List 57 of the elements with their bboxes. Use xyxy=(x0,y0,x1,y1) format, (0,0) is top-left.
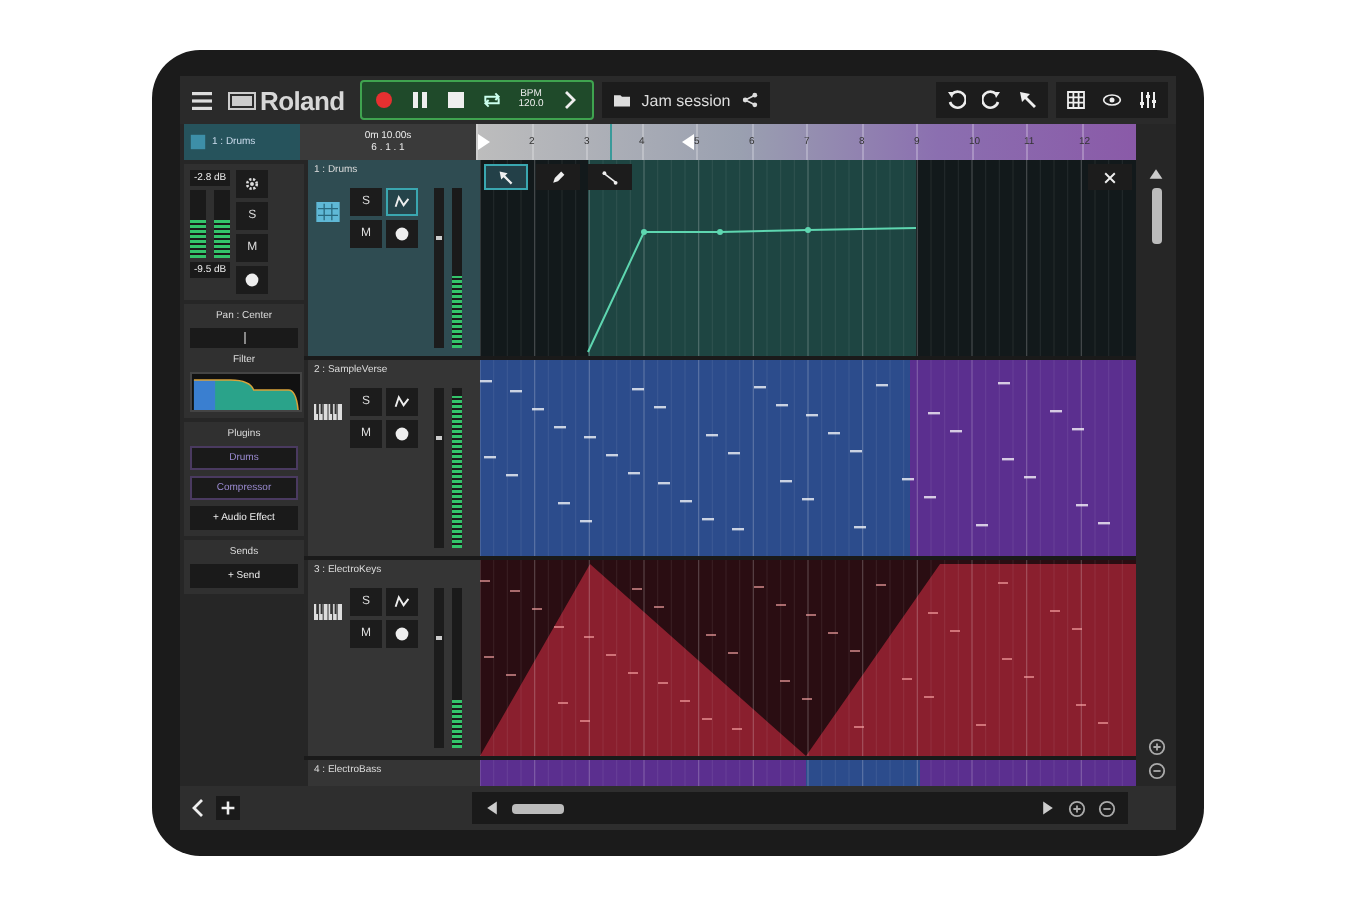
close-icon xyxy=(1102,169,1118,185)
automation-curve-icon xyxy=(394,394,410,410)
pause-icon[interactable] xyxy=(410,90,431,110)
automation-button[interactable] xyxy=(386,388,418,416)
level-meter xyxy=(214,190,231,258)
record-arm-button[interactable] xyxy=(236,266,269,294)
settings-button[interactable] xyxy=(236,170,269,198)
zoom-in-icon[interactable] xyxy=(1068,799,1086,817)
line-tool-button[interactable] xyxy=(588,164,632,190)
loop-icon[interactable] xyxy=(482,90,503,110)
share-icon[interactable] xyxy=(742,92,759,108)
automation-button[interactable] xyxy=(386,588,418,616)
gear-icon xyxy=(244,176,261,192)
automation-button[interactable] xyxy=(386,188,418,216)
scroll-up-icon[interactable] xyxy=(1148,166,1164,182)
logo-text: Roland xyxy=(260,85,345,115)
zoom-out-icon[interactable] xyxy=(1147,762,1165,780)
circle-icon xyxy=(244,272,261,288)
automation-curve-icon xyxy=(394,594,410,610)
circle-icon xyxy=(394,626,410,642)
scrollbar-thumb[interactable] xyxy=(512,803,564,813)
circle-icon xyxy=(394,426,410,442)
redo-icon[interactable] xyxy=(982,90,1002,110)
mixer-icon[interactable] xyxy=(1138,90,1158,110)
back-icon[interactable] xyxy=(188,798,208,818)
pointer-icon[interactable] xyxy=(1018,90,1038,110)
automation-curve-icon xyxy=(394,194,410,210)
scroll-left-icon[interactable] xyxy=(484,800,500,816)
close-button[interactable] xyxy=(1088,164,1132,190)
level-meter xyxy=(190,190,207,258)
scroll-right-icon[interactable] xyxy=(1040,800,1056,816)
add-track-button[interactable] xyxy=(216,796,240,820)
zoom-in-icon[interactable] xyxy=(1147,738,1165,756)
pan-slider[interactable] xyxy=(190,328,298,348)
chevron-right-icon[interactable] xyxy=(559,90,580,110)
loop-end-marker-icon[interactable] xyxy=(682,134,694,150)
pointer-tool-button[interactable] xyxy=(484,164,528,190)
filter-curve-drawing[interactable] xyxy=(190,372,302,412)
record-arm-button[interactable] xyxy=(386,420,418,448)
stop-icon[interactable] xyxy=(446,90,467,110)
zoom-out-icon[interactable] xyxy=(1098,799,1116,817)
grid-icon[interactable] xyxy=(1066,90,1086,110)
pencil-icon xyxy=(550,169,566,185)
vertical-scrollbar-thumb[interactable] xyxy=(1151,188,1161,244)
line-icon xyxy=(602,169,618,185)
horizontal-scrollbar[interactable] xyxy=(472,792,1128,824)
pencil-tool-button[interactable] xyxy=(536,164,580,190)
menu-icon[interactable] xyxy=(192,91,212,109)
eye-icon[interactable] xyxy=(1102,90,1122,110)
circle-icon xyxy=(394,226,410,242)
session-button[interactable]: Jam session xyxy=(601,82,771,118)
record-arm-button[interactable] xyxy=(386,620,418,648)
record-arm-button[interactable] xyxy=(386,220,418,248)
plus-icon xyxy=(220,800,236,816)
undo-icon[interactable] xyxy=(946,90,966,110)
pointer-icon xyxy=(498,169,514,185)
folder-icon xyxy=(613,92,630,108)
